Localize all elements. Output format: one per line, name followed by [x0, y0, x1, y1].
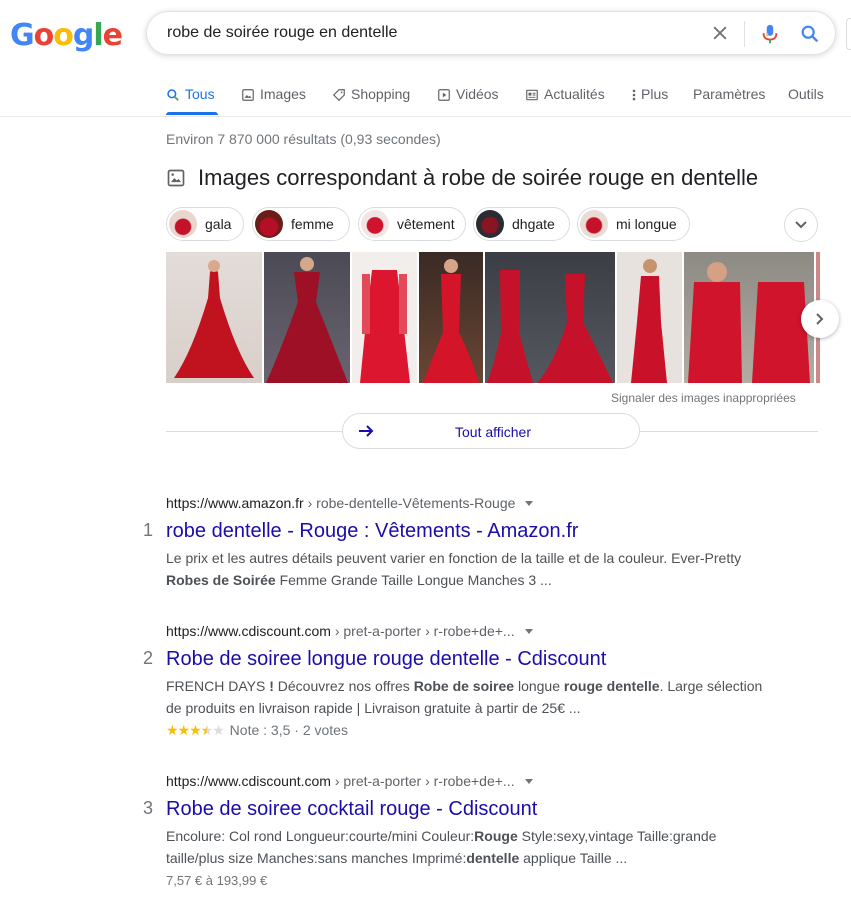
tab-all[interactable]: Tous: [166, 86, 215, 102]
show-all-images-button[interactable]: Tout afficher: [342, 413, 640, 449]
result-title-link[interactable]: Robe de soiree cocktail rouge - Cdiscoun…: [166, 798, 537, 821]
chip-thumbnail: [255, 210, 283, 238]
result-url[interactable]: https://www.amazon.fr › robe-dentelle-Vê…: [166, 495, 534, 511]
more-vert-icon: [632, 89, 636, 101]
dress-image: [631, 259, 667, 383]
image-icon: [242, 89, 254, 101]
result-rating: ★★★★★ Note : 3,5 · 2 votes: [166, 722, 348, 738]
dress-image: [266, 257, 348, 383]
result-snippet: FRENCH DAYS ! Découvrez nos offres Robe …: [166, 678, 763, 716]
play-icon: [438, 89, 450, 101]
tab-videos[interactable]: Vidéos: [437, 86, 499, 102]
image-result[interactable]: [419, 252, 483, 383]
arrow-right-icon: [359, 425, 374, 437]
report-images-link[interactable]: Signaler des images inappropriées: [611, 391, 796, 405]
result-number: 1: [143, 520, 154, 540]
dress-image: [487, 270, 613, 383]
tab-news[interactable]: Actualités: [525, 86, 605, 102]
dress-image: [360, 270, 410, 383]
result-url[interactable]: https://www.cdiscount.com › pret-a-porte…: [166, 623, 533, 639]
price-range: 7,57 € à 193,99 €: [166, 873, 268, 888]
dropdown-caret-icon[interactable]: [525, 501, 534, 506]
search-box[interactable]: robe de soirée rouge en dentelle: [146, 11, 836, 55]
dropdown-caret-icon[interactable]: [524, 629, 533, 634]
news-icon: [526, 89, 538, 101]
image-result[interactable]: [684, 252, 814, 383]
chip-thumbnail: [361, 210, 389, 238]
divider: [744, 21, 745, 47]
chip-thumbnail: [580, 210, 608, 238]
image-result[interactable]: [166, 252, 262, 383]
tag-icon: [332, 89, 345, 102]
google-logo[interactable]: Google: [10, 18, 123, 53]
chip-dhgate[interactable]: dhgate: [473, 207, 570, 241]
chevron-down-icon: [795, 221, 807, 229]
result-title-link[interactable]: Robe de soiree longue rouge dentelle - C…: [166, 648, 606, 671]
expand-chips-button[interactable]: [784, 208, 818, 242]
chip-thumbnail: [476, 210, 504, 238]
result-snippet: Encolure: Col rond Longueur:courte/mini …: [166, 828, 717, 866]
image-result[interactable]: [485, 252, 615, 383]
chip-mi-longue[interactable]: mi longue: [577, 207, 690, 241]
chip-femme[interactable]: femme: [252, 207, 350, 241]
dress-image: [688, 262, 810, 383]
clear-icon[interactable]: [710, 23, 730, 43]
image-icon: [167, 169, 185, 187]
divider: [0, 116, 851, 117]
search-tabs: Tous Images Shopping Vidéos Actualités P…: [166, 86, 851, 116]
star-rating-icon: ★★★★★: [166, 722, 225, 738]
apps-button-edge[interactable]: [846, 18, 851, 50]
microphone-icon[interactable]: [759, 22, 781, 46]
tab-shopping[interactable]: Shopping: [332, 86, 410, 102]
result-number: 3: [143, 798, 154, 818]
search-input[interactable]: robe de soirée rouge en dentelle: [167, 24, 397, 42]
search-icon[interactable]: [799, 23, 821, 45]
chevron-right-icon: [816, 313, 824, 325]
result-url[interactable]: https://www.cdiscount.com › pret-a-porte…: [166, 773, 533, 789]
chip-thumbnail: [169, 210, 197, 238]
dropdown-caret-icon[interactable]: [524, 779, 533, 784]
result-stats: Environ 7 870 000 résultats (0,93 second…: [166, 131, 441, 147]
active-tab-indicator: [166, 112, 218, 115]
next-images-button[interactable]: [801, 300, 839, 338]
image-result[interactable]: [617, 252, 682, 383]
image-result[interactable]: [352, 252, 417, 383]
tab-images[interactable]: Images: [241, 86, 306, 102]
result-number: 2: [143, 648, 154, 668]
result-title-link[interactable]: robe dentelle - Rouge : Vêtements - Amaz…: [166, 520, 578, 543]
tab-settings[interactable]: Paramètres: [693, 86, 765, 102]
dress-image: [423, 259, 479, 383]
search-icon: [167, 89, 179, 101]
dress-image: [174, 260, 254, 378]
tab-more[interactable]: Plus: [631, 86, 668, 102]
chip-gala[interactable]: gala: [166, 207, 244, 241]
chip-vetement[interactable]: vêtement: [358, 207, 466, 241]
tab-tools[interactable]: Outils: [788, 86, 824, 102]
image-result[interactable]: [264, 252, 350, 383]
result-snippet: Le prix et les autres détails peuvent va…: [166, 550, 742, 588]
images-section-heading[interactable]: Images correspondant à robe de soirée ro…: [166, 165, 758, 191]
